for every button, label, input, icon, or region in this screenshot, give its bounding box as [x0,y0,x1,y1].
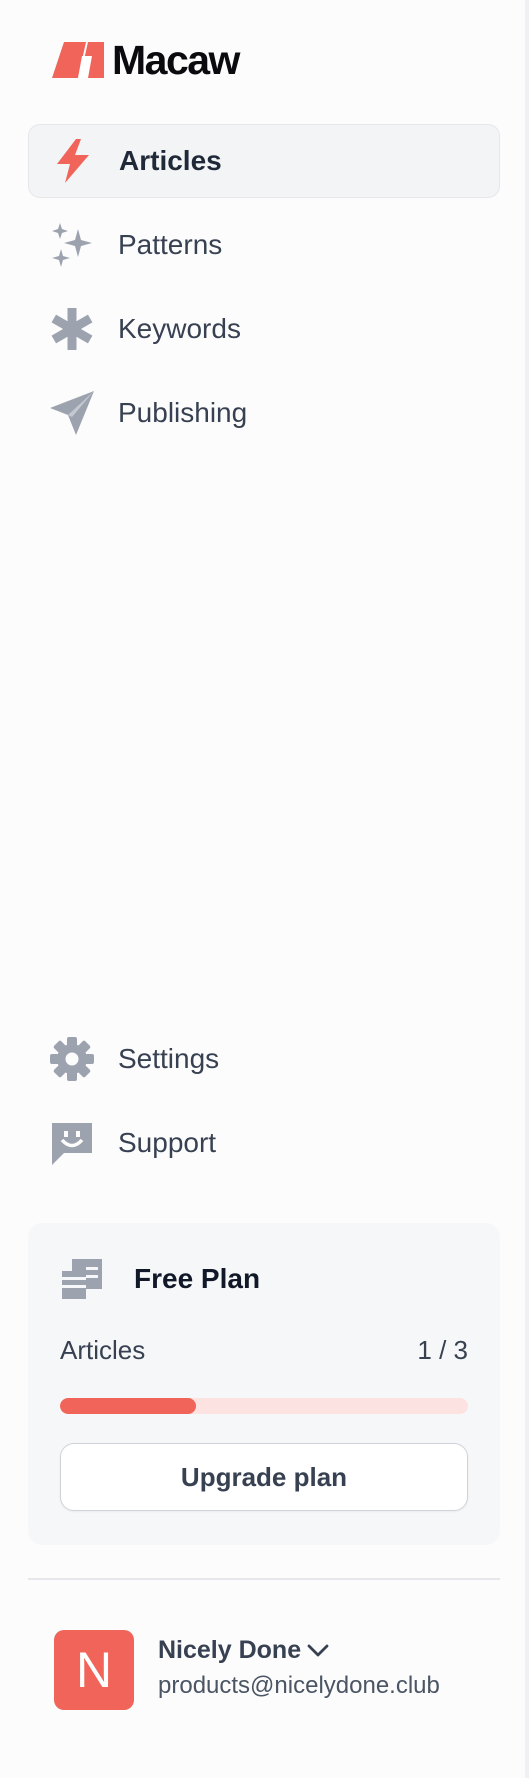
nav-label: Settings [118,1043,220,1074]
lightning-bolt-icon [51,139,95,183]
nav-label: Publishing [118,397,248,428]
user-name: Nicely Done [158,1636,302,1664]
nav-item-keywords[interactable]: Keywords [28,292,500,366]
receipt-icon [62,1259,102,1299]
sidebar-border [525,0,529,1778]
user-name-row: Nicely Done [158,1636,329,1665]
nav-label: Support [118,1127,217,1158]
plan-usage-progress-fill [60,1398,196,1414]
plan-title: Free Plan [134,1263,261,1294]
upgrade-plan-button[interactable]: Upgrade plan [60,1443,468,1511]
nav-item-publishing[interactable]: Publishing [28,376,500,450]
plan-header: Free Plan [60,1257,260,1301]
brand-name: Macaw [112,36,240,83]
plan-usage-count: 1 / 3 [417,1335,468,1365]
nav-item-support[interactable]: Support [28,1106,500,1180]
user-account-menu[interactable]: N Nicely Done products@nicelydone.club [54,1630,500,1710]
avatar: N [54,1630,134,1710]
nav-label: Keywords [118,313,241,344]
nav-item-settings[interactable]: Settings [28,1022,500,1096]
plan-card: Free Plan Articles 1 / 3 Upgrade plan [28,1223,500,1545]
nav-item-patterns[interactable]: Patterns [28,208,500,282]
gear-icon [50,1037,94,1081]
nav-label: Articles [119,145,222,176]
divider [28,1578,500,1580]
sidebar: Macaw Articles Patterns Keywords Publish… [0,0,525,1778]
user-email: products@nicelydone.club [158,1672,440,1699]
chevron-down-icon[interactable] [307,1644,329,1658]
plan-usage-label: Articles [60,1335,146,1365]
macaw-logo-icon [52,42,104,78]
sparkles-icon [50,223,94,267]
smiley-chat-icon [50,1121,94,1165]
nav-item-articles[interactable]: Articles [28,124,500,198]
asterisk-icon [50,307,94,351]
nav-label: Patterns [118,229,223,260]
brand-logo[interactable]: Macaw [52,36,240,83]
plan-usage-row: Articles 1 / 3 [60,1335,468,1366]
paper-plane-icon [50,391,94,435]
plan-usage-progress [60,1398,468,1414]
